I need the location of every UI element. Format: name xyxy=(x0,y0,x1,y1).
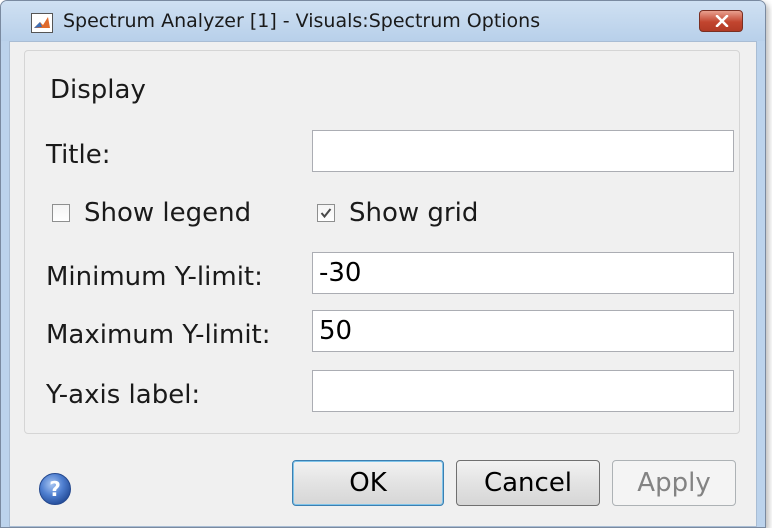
cancel-button[interactable]: Cancel xyxy=(456,460,600,506)
window-title: Spectrum Analyzer [1] - Visuals:Spectrum… xyxy=(63,10,541,32)
min-ylimit-input[interactable] xyxy=(312,252,734,294)
display-group-label: Display xyxy=(46,75,150,105)
close-button[interactable] xyxy=(699,10,743,32)
close-icon xyxy=(715,15,729,27)
title-bar[interactable]: Spectrum Analyzer [1] - Visuals:Spectrum… xyxy=(1,1,765,41)
checkmark-icon xyxy=(320,208,332,219)
show-grid-checkbox[interactable] xyxy=(317,204,335,222)
show-legend-checkbox[interactable] xyxy=(52,204,70,222)
title-label: Title: xyxy=(46,140,111,170)
max-ylimit-input[interactable] xyxy=(312,310,734,352)
show-grid-label[interactable]: Show grid xyxy=(349,198,478,228)
yaxis-label-input[interactable] xyxy=(312,370,734,412)
help-icon[interactable]: ? xyxy=(38,472,72,506)
svg-text:?: ? xyxy=(49,477,61,501)
min-ylimit-label: Minimum Y-limit: xyxy=(46,262,263,292)
apply-button[interactable]: Apply xyxy=(612,460,736,506)
yaxis-label-label: Y-axis label: xyxy=(46,380,201,410)
max-ylimit-label: Maximum Y-limit: xyxy=(46,320,271,350)
show-legend-label[interactable]: Show legend xyxy=(84,198,251,228)
title-input[interactable] xyxy=(312,130,734,172)
ok-button[interactable]: OK xyxy=(292,460,444,506)
matlab-icon xyxy=(31,13,53,33)
